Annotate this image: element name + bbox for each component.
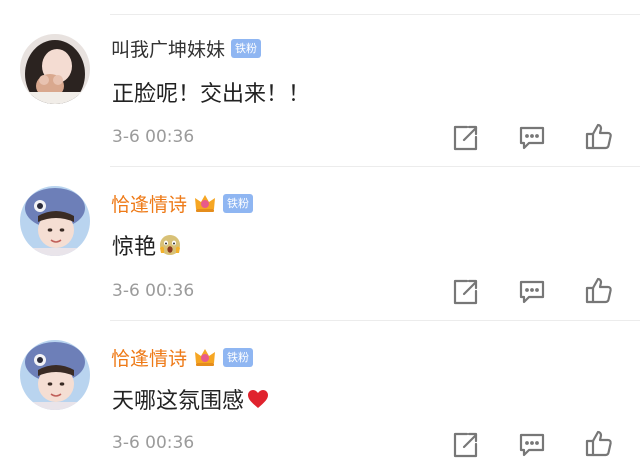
comment-icon[interactable]	[517, 430, 547, 460]
fan-badge: 铁粉	[223, 347, 254, 367]
crown-icon	[193, 192, 217, 214]
share-icon[interactable]	[450, 277, 480, 307]
timestamp: 3-6 00:36	[112, 281, 195, 301]
comment-text-content: 天哪这氛围感	[112, 389, 245, 414]
username[interactable]: 恰逢情诗	[111, 344, 187, 371]
avatar[interactable]	[20, 340, 90, 410]
comment-item-3: 恰逢情诗 铁粉 天哪这氛围感 3-6 00:36	[0, 0, 640, 458]
comment-text: 惊艳	[112, 229, 182, 261]
scream-emoji	[158, 233, 182, 257]
username[interactable]: 恰逢情诗	[111, 190, 187, 217]
comment-text: 天哪这氛围感	[112, 383, 270, 415]
comment-text-content: 惊艳	[112, 235, 157, 260]
like-icon[interactable]	[584, 428, 614, 458]
avatar[interactable]	[20, 186, 90, 256]
divider	[110, 320, 640, 321]
like-icon[interactable]	[584, 275, 614, 305]
comment-icon[interactable]	[517, 277, 547, 307]
crown-icon	[193, 346, 217, 368]
red-heart-emoji	[246, 388, 270, 410]
share-icon[interactable]	[450, 430, 480, 460]
fan-badge: 铁粉	[223, 193, 254, 213]
timestamp: 3-6 00:36	[112, 433, 195, 453]
divider	[110, 166, 640, 167]
